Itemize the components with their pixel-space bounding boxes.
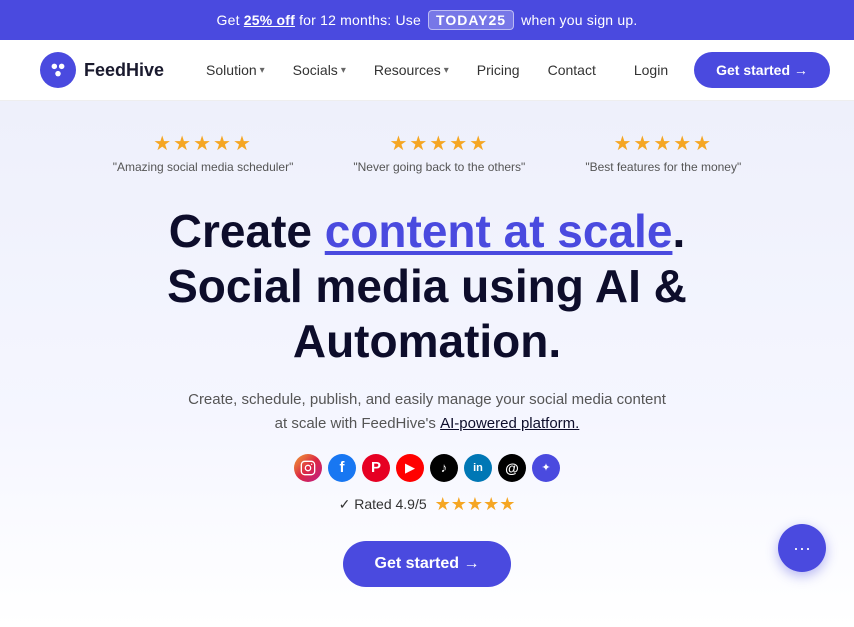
stars-2: ★★★★★ bbox=[390, 131, 490, 156]
testimonial-label-2: "Never going back to the others" bbox=[353, 160, 525, 174]
chat-icon: ··· bbox=[793, 538, 811, 559]
login-link[interactable]: Login bbox=[618, 56, 684, 84]
rating-text: ✓ Rated 4.9/5 bbox=[339, 496, 427, 513]
instagram-icon bbox=[294, 454, 322, 482]
hero-line1-suffix: . bbox=[672, 205, 685, 257]
hero-sub2: at scale with FeedHive's bbox=[275, 415, 440, 432]
banner-off-text: 25% off bbox=[244, 12, 295, 28]
hero-line1-prefix: Create bbox=[169, 205, 325, 257]
hero-heading: Create content at scale. Social media us… bbox=[40, 204, 814, 370]
nav-resources[interactable]: Resources ▾ bbox=[362, 56, 461, 84]
testimonial-1: ★★★★★ "Amazing social media scheduler" bbox=[113, 131, 294, 174]
hero-subtext: Create, schedule, publish, and easily ma… bbox=[187, 388, 667, 436]
rating-row: ✓ Rated 4.9/5 ★★★★★ bbox=[40, 494, 814, 515]
facebook-icon: f bbox=[328, 454, 356, 482]
testimonial-2: ★★★★★ "Never going back to the others" bbox=[353, 131, 525, 174]
chevron-down-icon: ▾ bbox=[341, 65, 346, 76]
hero-get-started-button[interactable]: Get started → bbox=[343, 541, 512, 587]
nav-socials[interactable]: Socials ▾ bbox=[281, 56, 358, 84]
chevron-down-icon: ▾ bbox=[444, 65, 449, 76]
chat-bubble[interactable]: ··· bbox=[778, 524, 826, 572]
banner-text-middle: for 12 months: Use bbox=[295, 12, 425, 28]
nav-cta-label: Get started → bbox=[716, 62, 808, 78]
main-content: ★★★★★ "Amazing social media scheduler" ★… bbox=[0, 101, 854, 627]
nav-pricing-label: Pricing bbox=[477, 62, 520, 78]
hero-cta-label: Get started → bbox=[375, 555, 480, 573]
testimonial-3: ★★★★★ "Best features for the money" bbox=[585, 131, 741, 174]
testimonial-label-1: "Amazing social media scheduler" bbox=[113, 160, 294, 174]
tiktok-icon: ♪ bbox=[430, 454, 458, 482]
hero-sub1: Create, schedule, publish, and easily ma… bbox=[188, 391, 666, 408]
ai-platform-link[interactable]: AI-powered platform. bbox=[440, 415, 579, 432]
nav-links: Solution ▾ Socials ▾ Resources ▾ Pricing… bbox=[194, 56, 608, 84]
nav-resources-label: Resources bbox=[374, 62, 441, 78]
banner-text-prefix: Get bbox=[217, 12, 244, 28]
nav-get-started-button[interactable]: Get started → bbox=[694, 52, 830, 88]
nav-pricing[interactable]: Pricing bbox=[465, 56, 532, 84]
promo-code[interactable]: TODAY25 bbox=[428, 10, 514, 30]
threads-icon: @ bbox=[498, 454, 526, 482]
logo-icon bbox=[40, 52, 76, 88]
pinterest-icon: P bbox=[362, 454, 390, 482]
testimonials-row: ★★★★★ "Amazing social media scheduler" ★… bbox=[40, 131, 814, 174]
nav-solution-label: Solution bbox=[206, 62, 257, 78]
login-label: Login bbox=[634, 62, 668, 78]
linkedin-icon: in bbox=[464, 454, 492, 482]
nav-solution[interactable]: Solution ▾ bbox=[194, 56, 277, 84]
logo-text: FeedHive bbox=[84, 60, 164, 81]
social-platforms-row: f P ▶ ♪ in @ ✦ bbox=[40, 454, 814, 482]
testimonial-label-3: "Best features for the money" bbox=[585, 160, 741, 174]
stars-1: ★★★★★ bbox=[153, 131, 253, 156]
logo[interactable]: FeedHive bbox=[40, 52, 164, 88]
extra-platform-icon: ✦ bbox=[532, 454, 560, 482]
promo-banner: Get 25% off for 12 months: Use TODAY25 w… bbox=[0, 0, 854, 40]
hero-highlight: content at scale bbox=[325, 205, 673, 257]
nav-contact-label: Contact bbox=[548, 62, 596, 78]
chevron-down-icon: ▾ bbox=[260, 65, 265, 76]
hero-line2: Social media using AI & Automation. bbox=[167, 260, 687, 367]
navbar: FeedHive Solution ▾ Socials ▾ Resources … bbox=[0, 40, 854, 101]
nav-socials-label: Socials bbox=[293, 62, 338, 78]
banner-text-suffix: when you sign up. bbox=[517, 12, 637, 28]
rating-stars: ★★★★★ bbox=[435, 494, 516, 515]
stars-3: ★★★★★ bbox=[613, 131, 713, 156]
nav-contact[interactable]: Contact bbox=[536, 56, 608, 84]
youtube-icon: ▶ bbox=[396, 454, 424, 482]
